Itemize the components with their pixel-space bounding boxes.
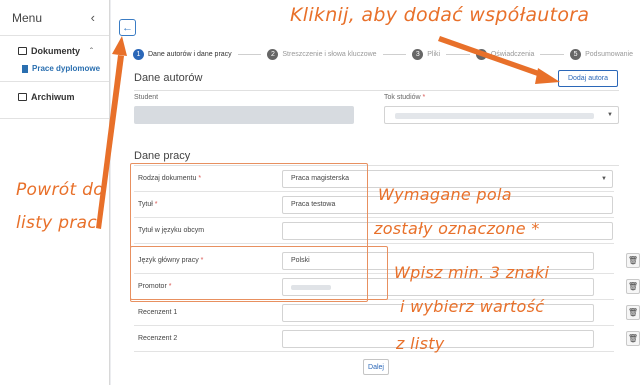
back-arrow-head bbox=[112, 36, 127, 56]
annotation-type-line1: Wpisz min. 3 znaki bbox=[394, 263, 550, 282]
annotation-type-line3: z listy bbox=[396, 334, 445, 353]
back-arrow-shaft bbox=[96, 55, 124, 229]
annotation-back-line1: Powrót do bbox=[16, 180, 104, 200]
add-author-arrow-shaft bbox=[438, 36, 545, 78]
annotation-required-line2: zostały oznaczone * bbox=[374, 219, 540, 238]
annotation-back-line2: listy prac bbox=[16, 213, 97, 233]
annotation-required-line1: Wymagane pola bbox=[378, 185, 512, 204]
annotation-type-line2: i wybierz wartość bbox=[400, 297, 545, 316]
annotation-add-author: Kliknij, aby dodać współautora bbox=[290, 4, 590, 26]
add-author-arrow-head bbox=[535, 68, 560, 84]
